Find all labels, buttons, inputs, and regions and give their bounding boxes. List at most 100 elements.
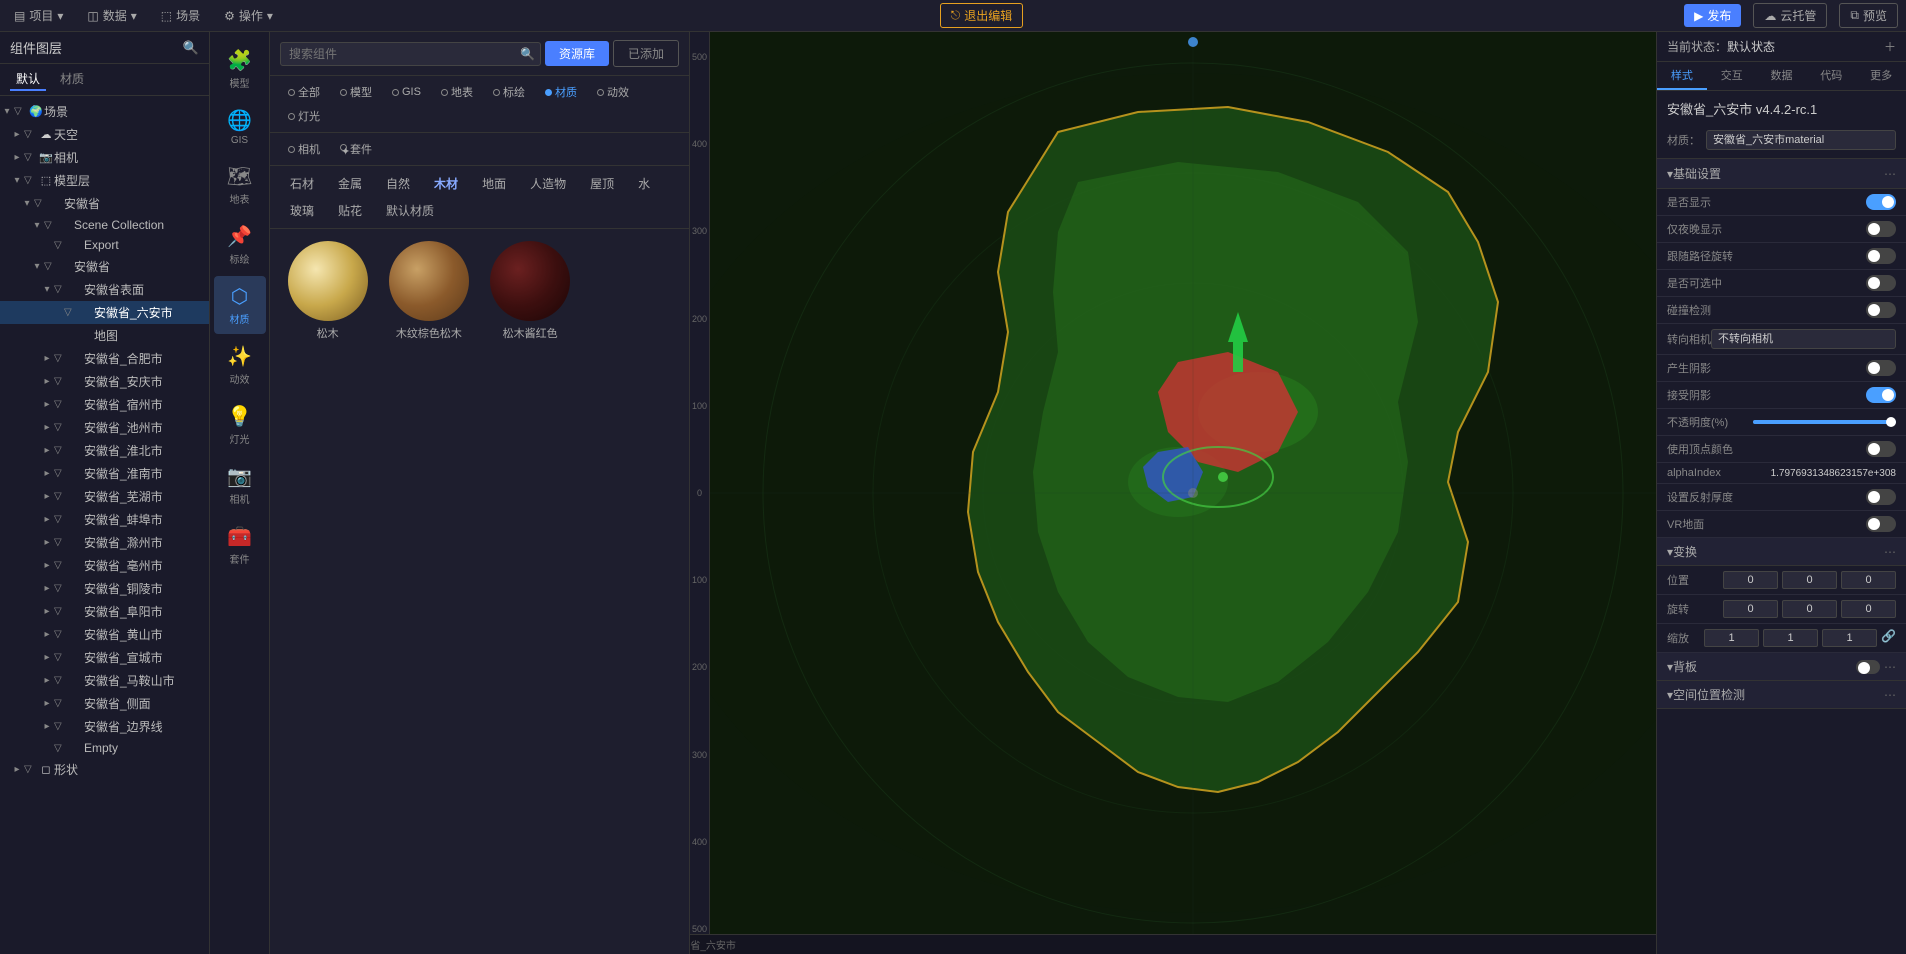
toggle-cast-shadow[interactable] [1866,360,1896,376]
tree-item[interactable]: 地图 [0,324,209,347]
iconbar-terrain[interactable]: 🗺 地表 [214,156,266,214]
publish-button[interactable]: ▶ 发布 [1684,4,1741,27]
cat-roof[interactable]: 屋顶 [580,172,624,195]
tab-style[interactable]: 样式 [1657,62,1707,90]
iconbar-camera[interactable]: 📷 相机 [214,456,266,514]
material-wood[interactable]: 木纹棕色松木 [383,241,474,942]
camera-direction-select[interactable]: 不转向相机 [1711,329,1896,349]
tree-item[interactable]: ▸ ▽ 安徽省_合肥市 [0,347,209,370]
tree-item[interactable]: ▾ ▽ ⬚ 模型层 [0,169,209,192]
iconbar-model[interactable]: 🧩 模型 [214,40,266,98]
pos-x[interactable] [1723,571,1778,589]
tab-more[interactable]: 更多 [1856,62,1906,90]
tab-default[interactable]: 默认 [10,68,46,91]
toggle-visible[interactable] [1866,194,1896,210]
pos-z[interactable] [1841,571,1896,589]
cat-glass[interactable]: 玻璃 [280,199,324,222]
tree-item[interactable]: ▸ ▽ 安徽省_马鞍山市 [0,669,209,692]
tab-data[interactable]: 数据 [1757,62,1807,90]
menu-project[interactable]: ▤ 项目 ▾ [8,7,69,24]
opacity-slider[interactable] [1753,420,1896,424]
tab-interact[interactable]: 交互 [1707,62,1757,90]
tree-item[interactable]: ▸ ▽ 安徽省_芜湖市 [0,485,209,508]
scale-z[interactable] [1822,629,1877,647]
iconbar-kit[interactable]: 🧰 套件 [214,516,266,574]
iconbar-gis[interactable]: 🌐 GIS [214,100,266,154]
tree-item[interactable]: ▸ ▽ 安徽省_滁州市 [0,531,209,554]
cat-water[interactable]: 水 [628,172,660,195]
cat-wood[interactable]: 木材 [424,172,468,195]
tree-item[interactable]: ▸ ▽ 安徽省_边界线 [0,715,209,738]
toggle-vr[interactable] [1866,516,1896,532]
tree-item[interactable]: ▸ ▽ ☁ 天空 [0,123,209,146]
scale-y[interactable] [1763,629,1818,647]
tab-material[interactable]: 材质 [54,68,90,91]
map-area[interactable]: 500 400 300 200 100 0 100 200 300 400 50… [690,32,1656,954]
cat-decal[interactable]: 贴花 [328,199,372,222]
opacity-thumb[interactable] [1886,417,1896,427]
tree-item[interactable]: ▸ ▽ 安徽省_宿州市 [0,393,209,416]
tree-item[interactable]: ▾ ▽ Scene Collection [0,215,209,235]
menu-data[interactable]: ◫ 数据 ▾ [81,7,142,24]
iconbar-light[interactable]: 💡 灯光 [214,396,266,454]
cat-metal[interactable]: 金属 [328,172,372,195]
cat-manmade[interactable]: 人造物 [520,172,576,195]
filter-marking[interactable]: 标绘 [485,82,533,102]
tree-item[interactable]: ▸ ▽ ◻ 形状 [0,758,209,781]
tree-item[interactable]: ▾ ▽ 安徽省表面 [0,278,209,301]
toggle-selectable[interactable] [1866,275,1896,291]
tree-item[interactable]: ▽ Export [0,235,209,255]
add-state-button[interactable]: ＋ [1884,38,1896,55]
cat-stone[interactable]: 石材 [280,172,324,195]
filter-effect[interactable]: 动效 [589,82,637,102]
cat-nature[interactable]: 自然 [376,172,420,195]
tab-code[interactable]: 代码 [1806,62,1856,90]
iconbar-effect[interactable]: ✨ 动效 [214,336,266,394]
tree-item[interactable]: ▾ ▽ 🌍 场景 [0,100,209,123]
toggle-night[interactable] [1866,221,1896,237]
menu-action[interactable]: ⚙ 操作 ▾ [218,7,279,24]
rot-z[interactable] [1841,600,1896,618]
toggle-collision[interactable] [1866,302,1896,318]
material-mahogany[interactable]: 松木酱红色 [485,241,576,942]
filter-kit[interactable]: ✦ 套件 [332,139,380,159]
tree-item[interactable]: ▽ Empty [0,738,209,758]
tree-item[interactable]: ▸ ▽ 安徽省_宣城市 [0,646,209,669]
toggle-path[interactable] [1866,248,1896,264]
rot-x[interactable] [1723,600,1778,618]
tree-item[interactable]: ▸ ▽ 安徽省_蚌埠市 [0,508,209,531]
filter-light[interactable]: 灯光 [280,106,328,126]
filter-gis[interactable]: GIS [384,82,429,102]
toggle-receive-shadow[interactable] [1866,387,1896,403]
filter-camera[interactable]: 相机 [280,139,328,159]
iconbar-mark[interactable]: 📌 标绘 [214,216,266,274]
search-button[interactable]: 🔍 [183,40,199,56]
tree-item[interactable]: ▽ 安徽省_六安市 [0,301,209,324]
pos-y[interactable] [1782,571,1837,589]
tree-item[interactable]: ▸ ▽ 📷 相机 [0,146,209,169]
cat-default[interactable]: 默认材质 [376,199,444,222]
toggle-backplate[interactable] [1856,660,1880,674]
rot-y[interactable] [1782,600,1837,618]
material-select[interactable]: 安徽省_六安市material [1706,130,1896,150]
filter-material[interactable]: 材质 [537,82,585,102]
tree-item[interactable]: ▸ ▽ 安徽省_安庆市 [0,370,209,393]
scale-x[interactable] [1704,629,1759,647]
tab-resource[interactable]: 资源库 [545,41,609,66]
cat-floor[interactable]: 地面 [472,172,516,195]
cloud-button[interactable]: ☁ 云托管 [1753,3,1827,28]
tree-item[interactable]: ▸ ▽ 安徽省_黄山市 [0,623,209,646]
section-basic[interactable]: ▾ 基础设置 ⋯ [1657,159,1906,189]
section-transform[interactable]: ▾ 变换 ⋯ [1657,538,1906,566]
menu-scene[interactable]: ⬚ 场景 [155,7,206,24]
exit-edit-button[interactable]: ⎋ 退出编辑 [940,3,1024,28]
toggle-reflection[interactable] [1866,489,1896,505]
filter-all[interactable]: 全部 [280,82,328,102]
tree-item[interactable]: ▸ ▽ 安徽省_侧面 [0,692,209,715]
filter-terrain[interactable]: 地表 [433,82,481,102]
tree-item[interactable]: ▸ ▽ 安徽省_淮北市 [0,439,209,462]
tab-added[interactable]: 已添加 [613,40,679,67]
tree-item[interactable]: ▾ ▽ 安徽省 [0,192,209,215]
tree-item[interactable]: ▸ ▽ 安徽省_淮南市 [0,462,209,485]
tree-item[interactable]: ▸ ▽ 安徽省_池州市 [0,416,209,439]
